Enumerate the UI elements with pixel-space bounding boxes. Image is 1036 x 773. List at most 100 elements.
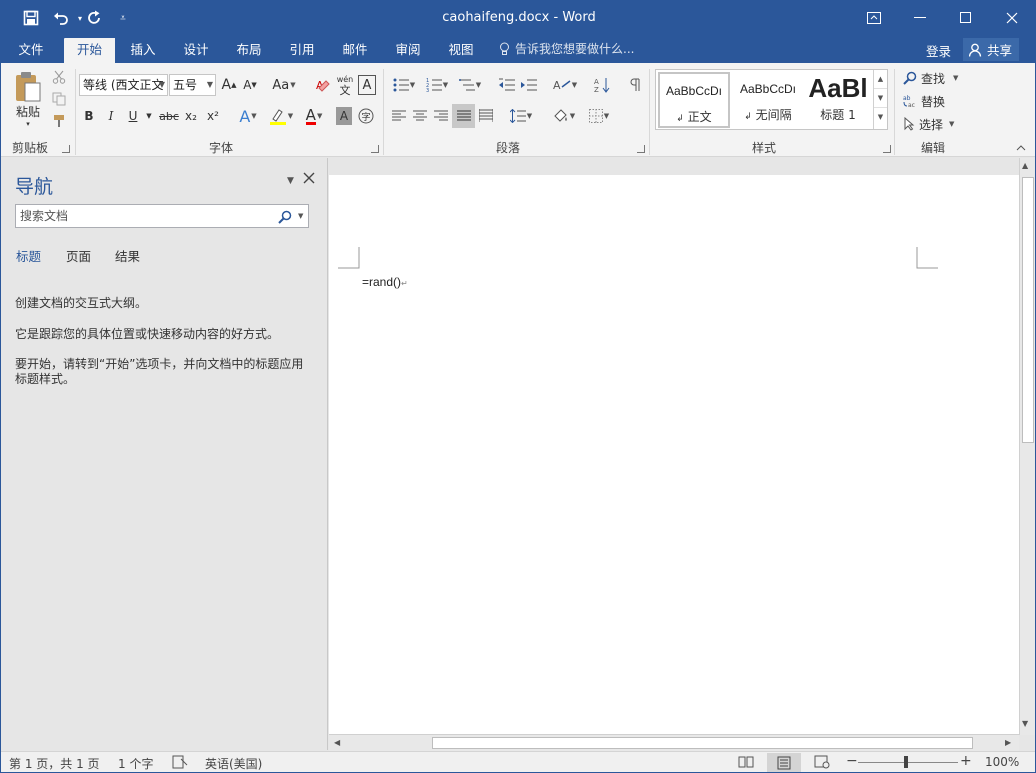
collapse-ribbon-icon[interactable] [1013, 141, 1029, 155]
page-count[interactable]: 第 1 页，共 1 页 [9, 755, 100, 772]
gallery-down-icon[interactable]: ▼ [874, 89, 887, 108]
tab-layout[interactable]: 布局 [225, 38, 273, 63]
pane-options-icon[interactable]: ▼ [287, 176, 294, 186]
phonetic-guide-icon[interactable]: wén 文 [335, 71, 355, 99]
borders-icon[interactable]: ▼ [584, 106, 614, 126]
find-button[interactable]: 查找 ▼ [903, 68, 965, 88]
close-pane-icon[interactable] [303, 172, 315, 187]
web-layout-icon[interactable] [814, 755, 830, 772]
strikethrough-button[interactable]: abc [157, 106, 181, 126]
styles-launcher-icon[interactable] [883, 145, 891, 153]
tab-view[interactable]: 视图 [437, 38, 485, 63]
paragraph-launcher-icon[interactable] [637, 145, 645, 153]
justify-icon[interactable] [452, 104, 475, 128]
tab-references[interactable]: 引用 [278, 38, 326, 63]
decrease-indent-icon[interactable] [497, 75, 517, 95]
tab-file[interactable]: 文件 [7, 38, 55, 63]
tell-me-box[interactable]: 告诉我您想要做什么... [499, 40, 634, 57]
zoom-out-button[interactable]: − [846, 753, 858, 769]
tab-home[interactable]: 开始 [64, 38, 115, 63]
distributed-icon[interactable] [476, 106, 496, 126]
enclose-characters-icon[interactable]: 字 [357, 106, 375, 126]
zoom-slider-track[interactable] [858, 762, 958, 763]
italic-button[interactable]: I [102, 106, 120, 126]
highlight-icon[interactable]: ▼ [266, 106, 296, 126]
font-size-combo[interactable]: 五号 ▼ [169, 74, 216, 96]
shrink-font-icon[interactable]: A ▼ [241, 74, 259, 96]
select-button[interactable]: 选择 ▼ [903, 114, 965, 134]
show-formatting-marks-icon[interactable] [625, 75, 645, 95]
gallery-up-icon[interactable]: ▲ [874, 70, 887, 89]
font-name-combo[interactable]: 等线 (西文正文 ▼ [79, 74, 168, 96]
search-document-input[interactable]: 搜索文档 ▼ [15, 204, 309, 228]
paste-label[interactable]: 粘贴 [9, 103, 47, 119]
vertical-scrollbar[interactable]: ▲ ▼ [1019, 158, 1035, 735]
shading-icon[interactable]: ▼ [549, 106, 579, 126]
text-effects-icon[interactable]: A ▼ [233, 106, 263, 126]
align-right-icon[interactable] [431, 106, 451, 126]
horizontal-scroll-thumb[interactable] [432, 737, 973, 749]
tab-headings[interactable]: 标题 [16, 246, 41, 265]
paste-icon[interactable] [11, 69, 45, 105]
zoom-in-button[interactable]: + [960, 753, 972, 769]
minimize-button[interactable] [897, 1, 943, 34]
scroll-down-icon[interactable]: ▼ [1022, 719, 1028, 728]
align-left-icon[interactable] [389, 106, 409, 126]
asian-layout-icon[interactable]: A ▼ [550, 75, 580, 95]
zoom-slider-thumb[interactable] [904, 756, 908, 768]
character-shading-icon[interactable]: A [336, 107, 352, 125]
tab-pages[interactable]: 页面 [66, 246, 91, 265]
style-heading-1[interactable]: AaBl 标题 1 [804, 72, 872, 128]
ribbon-display-options-icon[interactable] [851, 1, 897, 34]
zoom-level[interactable]: 100% [985, 755, 1019, 769]
vertical-scroll-thumb[interactable] [1022, 177, 1034, 443]
increase-indent-icon[interactable] [519, 75, 539, 95]
maximize-button[interactable] [943, 1, 989, 34]
clear-formatting-icon[interactable]: A [313, 74, 333, 96]
paste-dropdown-icon[interactable]: ▾ [21, 119, 35, 129]
tab-design[interactable]: 设计 [172, 38, 220, 63]
tab-insert[interactable]: 插入 [119, 38, 167, 63]
clipboard-launcher-icon[interactable] [62, 145, 70, 153]
superscript-button[interactable]: x² [203, 106, 223, 126]
style-normal[interactable]: AaBbCcDı ↲ 正文 [658, 72, 730, 128]
scroll-left-icon[interactable]: ◀ [334, 738, 340, 747]
tab-results[interactable]: 结果 [115, 246, 140, 265]
character-border-icon[interactable]: A [358, 75, 376, 95]
sign-in-link[interactable]: 登录 [926, 41, 951, 60]
subscript-button[interactable]: x₂ [181, 106, 201, 126]
format-painter-icon[interactable] [49, 112, 69, 130]
search-options-dropdown-icon[interactable]: ▼ [298, 205, 303, 227]
bold-button[interactable]: B [80, 106, 98, 126]
tab-mailings[interactable]: 邮件 [331, 38, 379, 63]
replace-button[interactable]: ab ac 替换 [903, 91, 959, 111]
cut-icon[interactable] [49, 68, 69, 86]
scroll-up-icon[interactable]: ▲ [1022, 161, 1028, 170]
word-count[interactable]: 1 个字 [118, 755, 153, 772]
change-case-button[interactable]: Aa ▼ [269, 74, 299, 96]
font-color-icon[interactable]: A ▼ [299, 106, 329, 126]
font-launcher-icon[interactable] [371, 145, 379, 153]
copy-icon[interactable] [49, 90, 69, 108]
proofing-icon[interactable] [172, 755, 188, 772]
underline-dropdown-icon[interactable]: ▼ [143, 106, 155, 126]
numbering-icon[interactable]: 1 2 3 ▼ [422, 75, 452, 95]
line-spacing-icon[interactable]: ▼ [506, 106, 536, 126]
document-body-text[interactable]: =rand()↵ [362, 275, 408, 289]
multilevel-list-icon[interactable]: ▼ [455, 75, 485, 95]
grow-font-icon[interactable]: A ▲ [220, 74, 238, 96]
gallery-more-icon[interactable]: ▼ [874, 108, 887, 127]
language-indicator[interactable]: 英语(美国) [205, 755, 262, 772]
style-no-spacing[interactable]: AaBbCcDı ↲ 无间隔 [732, 72, 804, 128]
close-button[interactable] [989, 1, 1035, 34]
underline-button[interactable]: U [124, 106, 142, 126]
bullets-icon[interactable]: ▼ [389, 75, 419, 95]
print-layout-icon[interactable] [767, 753, 801, 772]
read-mode-icon[interactable] [738, 755, 754, 772]
sort-icon[interactable]: AZ [592, 75, 612, 95]
search-icon[interactable] [278, 209, 292, 231]
scroll-right-icon[interactable]: ▶ [1005, 738, 1011, 747]
horizontal-scrollbar[interactable]: ◀ ▶ [329, 734, 1019, 751]
share-button[interactable]: 共享 [963, 38, 1019, 61]
tab-review[interactable]: 审阅 [384, 38, 432, 63]
